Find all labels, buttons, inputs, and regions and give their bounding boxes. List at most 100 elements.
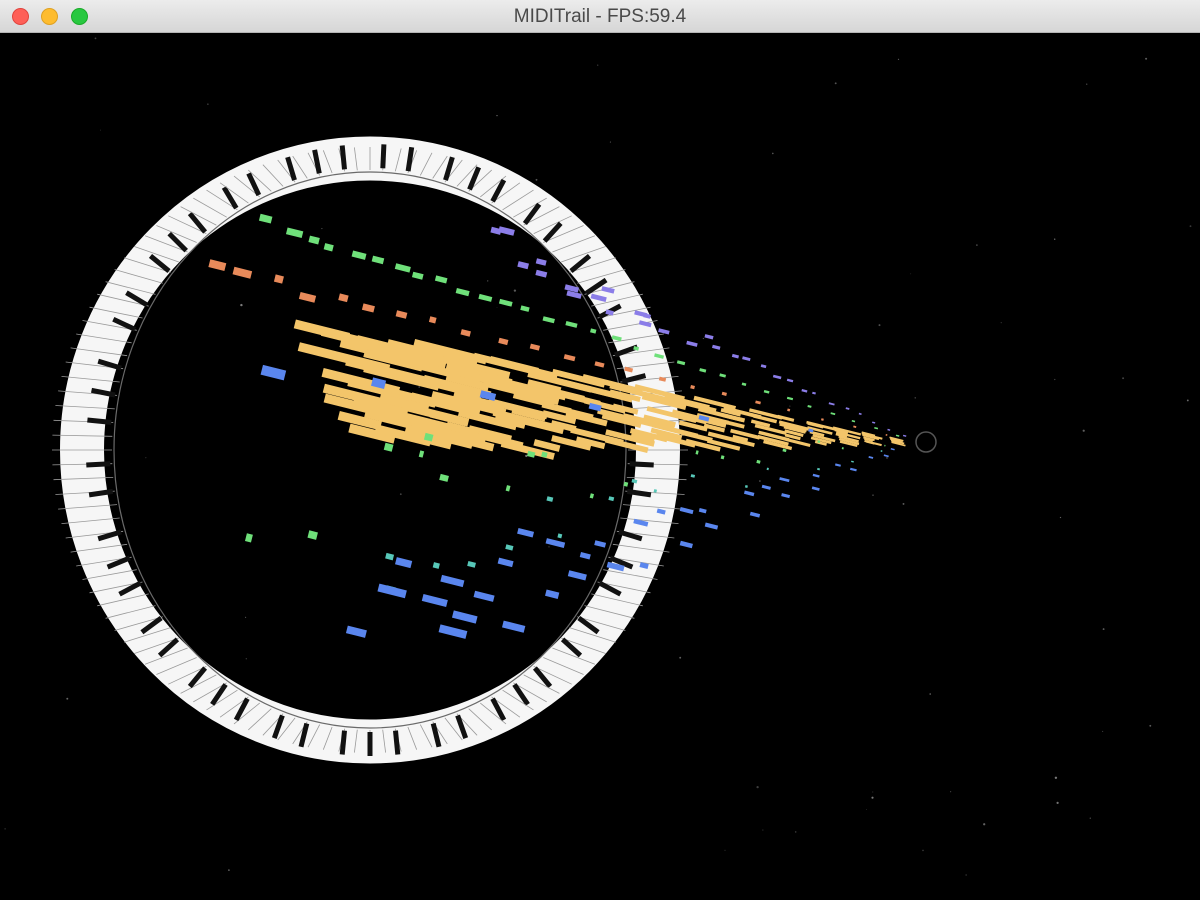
note-trails (208, 213, 907, 639)
star (886, 456, 888, 459)
note-block (801, 389, 808, 393)
star (762, 829, 764, 831)
piano-keyboard-ring (52, 136, 688, 764)
star (789, 405, 791, 407)
black-key (626, 488, 652, 498)
star (94, 37, 97, 40)
note-block (760, 364, 767, 369)
note-block (451, 610, 478, 624)
note-block (781, 493, 791, 499)
star (1054, 238, 1056, 240)
note-block (351, 250, 367, 260)
star (1145, 57, 1148, 60)
visualization-viewport[interactable] (0, 33, 1200, 900)
note-block (834, 463, 841, 467)
note-block (244, 533, 253, 543)
star (1086, 83, 1088, 85)
note-block (502, 620, 526, 633)
note-block (546, 496, 554, 502)
note-block (884, 444, 886, 447)
star (679, 656, 682, 659)
note-block (787, 408, 791, 412)
note-block (566, 290, 582, 299)
note-block (902, 434, 907, 437)
note-block (686, 340, 698, 347)
note-block (872, 421, 876, 424)
star (878, 324, 881, 327)
note-block (851, 460, 854, 463)
note-block (505, 485, 511, 492)
star (965, 874, 967, 876)
note-block (742, 356, 751, 362)
note-block (658, 328, 670, 335)
note-block (478, 293, 493, 302)
note-block (704, 334, 714, 340)
title-bar[interactable]: MIDITrail - FPS:59.4 (0, 0, 1200, 33)
note-block (890, 447, 895, 451)
note-block (371, 255, 385, 265)
black-key (86, 461, 111, 468)
note-block (383, 442, 394, 452)
note-block (608, 496, 615, 502)
star (756, 785, 759, 789)
note-block (679, 506, 694, 515)
star (207, 103, 209, 105)
star (240, 303, 243, 307)
note-block (473, 590, 495, 602)
note-block (749, 511, 761, 518)
star (228, 869, 230, 871)
keyboard-inner-edge (113, 171, 627, 729)
note-block (557, 533, 563, 539)
note-block (712, 344, 721, 350)
note-block (756, 459, 761, 464)
star (245, 616, 247, 618)
note-block (338, 293, 349, 303)
note-block (545, 538, 566, 548)
note-block (849, 467, 857, 472)
star-field (4, 37, 1192, 876)
note-block (721, 391, 727, 396)
star (609, 141, 611, 143)
note-block (704, 522, 719, 530)
star (245, 658, 247, 660)
star (976, 244, 978, 246)
note-block (895, 434, 900, 437)
note-block (285, 227, 304, 239)
star (872, 494, 874, 496)
star (1102, 628, 1105, 631)
star (724, 849, 726, 851)
note-block (505, 544, 514, 551)
note-block (690, 474, 696, 478)
note-block (439, 473, 449, 482)
note-block (766, 467, 769, 471)
note-block (779, 477, 790, 483)
note-block (411, 271, 424, 280)
star (4, 828, 6, 830)
note-block (720, 455, 725, 460)
note-block (565, 321, 578, 328)
note-block (260, 364, 287, 381)
star (1059, 516, 1062, 519)
note-block (807, 405, 812, 408)
star (1122, 377, 1125, 380)
star (535, 178, 538, 181)
black-key (393, 730, 401, 755)
note-block (498, 298, 513, 307)
star (548, 546, 550, 548)
black-key (87, 417, 112, 425)
note-block (676, 360, 686, 366)
note-block (594, 540, 607, 548)
note-block (460, 329, 471, 337)
note-block (763, 390, 770, 394)
star (872, 791, 874, 793)
star (866, 809, 868, 810)
note-block (434, 275, 448, 284)
note-block (841, 447, 844, 450)
note-block (731, 353, 740, 359)
star (1054, 378, 1056, 381)
note-block (853, 425, 857, 428)
star (794, 831, 797, 833)
note-block (232, 266, 253, 279)
star (1054, 776, 1058, 779)
note-block (820, 418, 824, 421)
